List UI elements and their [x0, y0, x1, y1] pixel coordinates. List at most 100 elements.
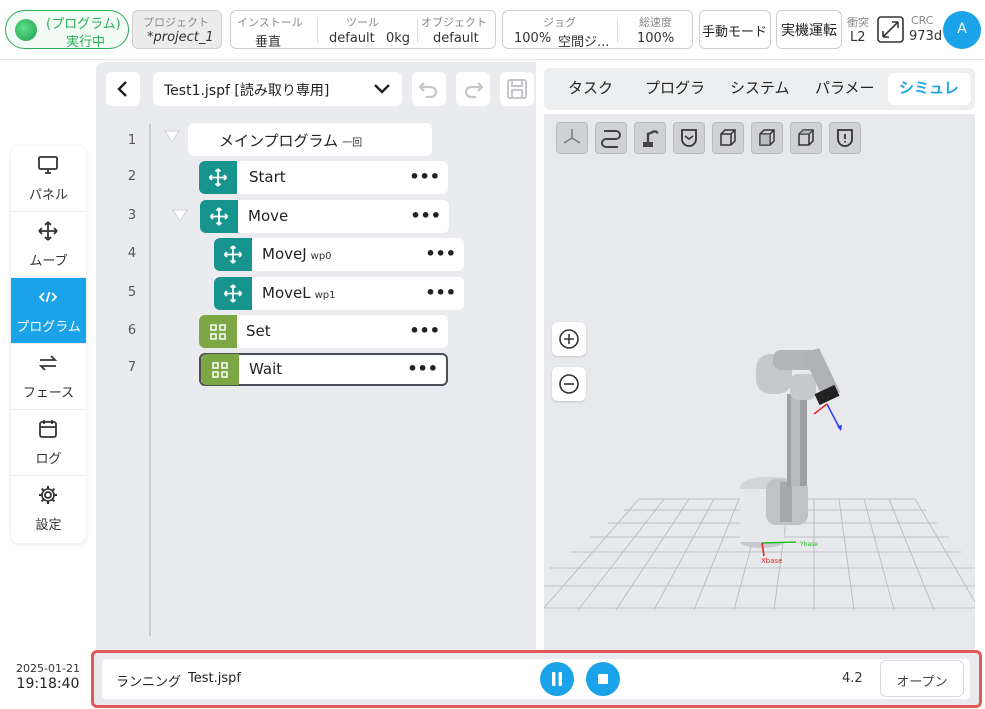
sidebar-item-log[interactable]: ログ — [11, 410, 86, 476]
node-menu-button[interactable]: ••• — [410, 206, 441, 225]
pause-button[interactable] — [540, 662, 574, 696]
clock: 2025-01-21 19:18:40 — [10, 662, 86, 692]
file-select[interactable]: Test1.jspf [読み取り専用] — [153, 72, 402, 106]
tree-node-main-program[interactable]: メインプログラム 一回 — [188, 123, 432, 156]
calendar-icon — [37, 418, 59, 440]
tool-caption: ツール — [346, 16, 379, 29]
sidebar-item-label: 設定 — [35, 518, 62, 533]
monitor-icon — [37, 154, 59, 176]
program-editor: Test1.jspf [読み取り専用] 1 2 3 4 5 6 7 メインプログ… — [96, 62, 536, 652]
cube-icon — [759, 129, 775, 146]
line-number: 7 — [127, 360, 137, 375]
view-path-button[interactable] — [595, 122, 627, 154]
sidebar-item-face[interactable]: フェース — [11, 344, 86, 410]
jog-mode: 空間ジ... — [558, 35, 610, 50]
speed-value: 100% — [637, 31, 675, 46]
node-waypoint: wp1 — [314, 290, 336, 301]
node-menu-button[interactable]: ••• — [409, 321, 440, 340]
collapse-triangle-icon[interactable] — [164, 130, 180, 144]
node-label: メインプログラム 一回 — [219, 130, 362, 151]
jog-speed-box[interactable]: ジョグ 100% 空間ジ... 総速度 100% — [502, 10, 693, 50]
3d-viewport[interactable]: Ybase Xbase — [544, 114, 975, 652]
collapse-triangle-icon[interactable] — [172, 209, 188, 223]
collision-level: L2 — [850, 30, 866, 45]
tool-weight: 0kg — [386, 31, 411, 46]
save-icon — [507, 79, 527, 99]
real-run-button[interactable]: 実機運転 — [776, 10, 842, 49]
sidebar-item-label: パネル — [28, 188, 68, 203]
node-menu-button[interactable]: ••• — [409, 167, 440, 186]
node-menu-button[interactable]: ••• — [425, 283, 456, 302]
run-status-line1: (プログラム) — [46, 17, 121, 32]
tab-system[interactable]: システム — [730, 77, 790, 98]
tree-node-movel[interactable]: MoveL wp1 ••• — [214, 277, 464, 310]
tab-program[interactable]: プログラ — [645, 77, 705, 98]
sidebar-item-move[interactable]: ムーブ — [11, 212, 86, 278]
robot-arm-icon — [643, 129, 659, 147]
clock-date: 2025-01-21 — [16, 662, 80, 675]
install-tool-object-box[interactable]: インストール 垂直 ツール default 0kg オブジェクト default — [230, 10, 496, 50]
undo-button[interactable] — [412, 72, 446, 106]
node-menu-button[interactable]: ••• — [425, 244, 456, 263]
node-title: MoveJ — [262, 245, 307, 263]
shield-icon — [681, 129, 697, 147]
move-node-icon — [199, 161, 237, 194]
path-icon — [601, 130, 621, 148]
tab-task[interactable]: タスク — [568, 77, 613, 98]
running-label: ランニング — [116, 675, 182, 690]
base-axis-label-y: Ybase — [799, 541, 818, 548]
cube-icon — [720, 129, 736, 146]
fullscreen-icon[interactable] — [877, 16, 904, 43]
stop-button[interactable] — [586, 662, 620, 696]
speed-caption: 総速度 — [639, 16, 672, 29]
tree-node-set[interactable]: Set ••• — [199, 315, 448, 348]
save-button[interactable] — [500, 72, 534, 106]
view-cube-top-button[interactable] — [790, 122, 822, 154]
redo-button[interactable] — [456, 72, 490, 106]
crc-caption: CRC — [911, 14, 934, 27]
run-status-bar-inner: ランニング Test.jspf 4.2 オープン — [102, 659, 970, 699]
program-tree: 1 2 3 4 5 6 7 メインプログラム 一回 Start ••• Move … — [106, 114, 532, 648]
clock-time: 19:18:40 — [16, 676, 80, 692]
view-warning-button[interactable] — [829, 122, 861, 154]
grid-node-icon — [201, 354, 239, 385]
sidebar-item-panel[interactable]: パネル — [11, 146, 86, 212]
manual-mode-button[interactable]: 手動モード — [699, 10, 771, 49]
tool-axis-z — [826, 403, 841, 430]
axes-icon — [563, 129, 581, 144]
object-caption: オブジェクト — [421, 16, 487, 29]
tree-node-wait[interactable]: Wait ••• — [199, 353, 448, 386]
line-number: 4 — [127, 246, 137, 261]
collision-indicator[interactable]: 衝突 L2 — [846, 12, 872, 48]
back-button[interactable] — [106, 72, 140, 106]
project-box[interactable]: プロジェクト *project_1 — [132, 10, 222, 49]
line-number: 2 — [127, 169, 137, 184]
tab-simulation[interactable]: シミュレ — [899, 77, 959, 98]
view-cube-front-button[interactable] — [712, 122, 744, 154]
sidebar-item-settings[interactable]: 設定 — [11, 476, 86, 542]
tab-parameters[interactable]: パラメー — [815, 77, 875, 98]
move-node-icon — [214, 277, 252, 310]
run-status-line2: 実行中 — [66, 35, 106, 50]
divider — [617, 19, 618, 43]
line-number: 5 — [127, 285, 137, 300]
avatar-initial: A — [957, 21, 967, 37]
tree-node-movej[interactable]: MoveJ wp0 ••• — [214, 238, 464, 271]
run-status-pill[interactable]: (プログラム) 実行中 — [5, 10, 129, 50]
install-value: 垂直 — [255, 35, 282, 50]
tool-axis-x — [813, 403, 828, 415]
sidebar-item-program[interactable]: プログラム — [11, 278, 86, 344]
open-button[interactable]: オープン — [880, 660, 964, 697]
node-menu-button[interactable]: ••• — [407, 359, 438, 378]
file-select-value: Test1.jspf [読み取り専用] — [164, 83, 330, 99]
tree-node-start[interactable]: Start ••• — [199, 161, 448, 194]
view-safety-button[interactable] — [673, 122, 705, 154]
tree-node-move[interactable]: Move ••• — [200, 200, 449, 233]
user-avatar[interactable]: A — [943, 11, 981, 49]
jog-caption: ジョグ — [543, 16, 576, 29]
running-file: Test.jspf — [188, 671, 241, 686]
tool-value: default — [329, 31, 375, 46]
view-robot-button[interactable] — [634, 122, 666, 154]
view-axes-button[interactable] — [556, 122, 588, 154]
view-cube-side-button[interactable] — [751, 122, 783, 154]
